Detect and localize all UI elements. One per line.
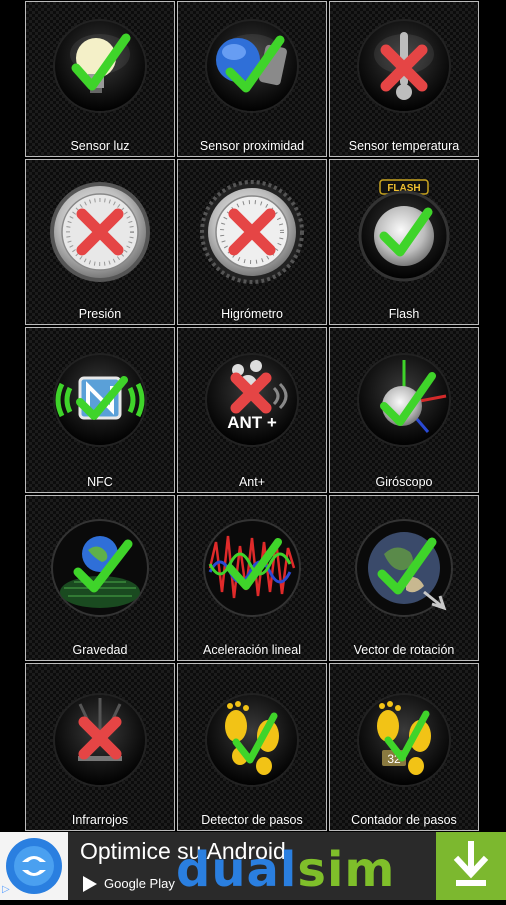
light-bulb-icon <box>44 10 156 122</box>
sensor-tile-rotation-vector[interactable]: Vector de rotación <box>329 495 479 661</box>
ant-plus-text: ANT + <box>227 413 277 432</box>
proximity-icon <box>196 10 308 122</box>
sensor-label: Aceleración lineal <box>203 643 301 657</box>
sensor-tile-ant-plus[interactable]: ANT + Ant+ <box>177 327 327 493</box>
sensor-label: Vector de rotación <box>353 643 455 657</box>
sensor-tile-gyroscope[interactable]: Giróscopo <box>329 327 479 493</box>
waveform-icon <box>196 512 308 624</box>
google-play-label: Google Play <box>104 876 175 891</box>
download-arrow-icon <box>453 841 489 886</box>
sensor-label: Sensor proximidad <box>199 139 305 153</box>
rotation-globe-icon <box>348 512 460 624</box>
footsteps-icon <box>196 680 308 792</box>
ad-download-button[interactable] <box>436 832 506 900</box>
sensor-label: Giróscopo <box>375 475 433 489</box>
ant-plus-icon: ANT + <box>196 344 308 456</box>
sensor-label: Gravedad <box>72 643 128 657</box>
sensor-tile-proximity[interactable]: Sensor proximidad <box>177 1 327 157</box>
ad-banner[interactable]: Optimice su Android Google Play dualsim <box>0 832 506 900</box>
hygrometer-icon <box>196 176 308 288</box>
sensor-label: Flash <box>388 307 420 321</box>
barometer-icon <box>44 176 156 288</box>
sensor-tile-gravity[interactable]: Gravedad <box>25 495 175 661</box>
thermometer-icon <box>348 10 460 122</box>
sensor-grid: Sensor luz Sensor proximidad Sensor temp… <box>24 0 480 832</box>
sensor-label: Contador de pasos <box>351 813 457 827</box>
ad-brand-logo: dualsim <box>176 842 396 898</box>
sensor-tile-hygrometer[interactable]: Higrómetro <box>177 159 327 325</box>
sensor-tile-linear-acceleration[interactable]: Aceleración lineal <box>177 495 327 661</box>
sensor-label: Detector de pasos <box>201 813 303 827</box>
sensor-tile-step-detector[interactable]: Detector de pasos <box>177 663 327 831</box>
sensor-label: Presión <box>78 307 122 321</box>
nfc-icon <box>44 344 156 456</box>
google-play-icon <box>83 876 97 892</box>
google-play-badge[interactable]: Google Play <box>78 872 178 896</box>
gyroscope-icon <box>348 344 460 456</box>
sensor-label: Infrarrojos <box>71 813 129 827</box>
flash-icon: FLASH <box>348 176 460 288</box>
sensor-tile-step-counter[interactable]: 32 Contador de pasos <box>329 663 479 831</box>
sensor-label: Sensor temperatura <box>348 139 460 153</box>
ad-info-icon[interactable]: ▷ <box>2 884 12 896</box>
infrared-icon <box>44 680 156 792</box>
footsteps-counter-icon: 32 <box>348 680 460 792</box>
sensor-tile-flash[interactable]: FLASH Flash <box>329 159 479 325</box>
sensor-tile-pressure[interactable]: Presión <box>25 159 175 325</box>
sensor-tile-infrared[interactable]: Infrarrojos <box>25 663 175 831</box>
sensor-tile-temperature[interactable]: Sensor temperatura <box>329 1 479 157</box>
sensor-label: Ant+ <box>238 475 266 489</box>
gravity-globe-icon <box>44 512 156 624</box>
sensor-tile-light[interactable]: Sensor luz <box>25 1 175 157</box>
sensor-label: Sensor luz <box>70 139 130 153</box>
sensor-label: NFC <box>87 475 113 489</box>
sensor-label: Higrómetro <box>221 307 283 321</box>
sensor-tile-nfc[interactable]: NFC <box>25 327 175 493</box>
